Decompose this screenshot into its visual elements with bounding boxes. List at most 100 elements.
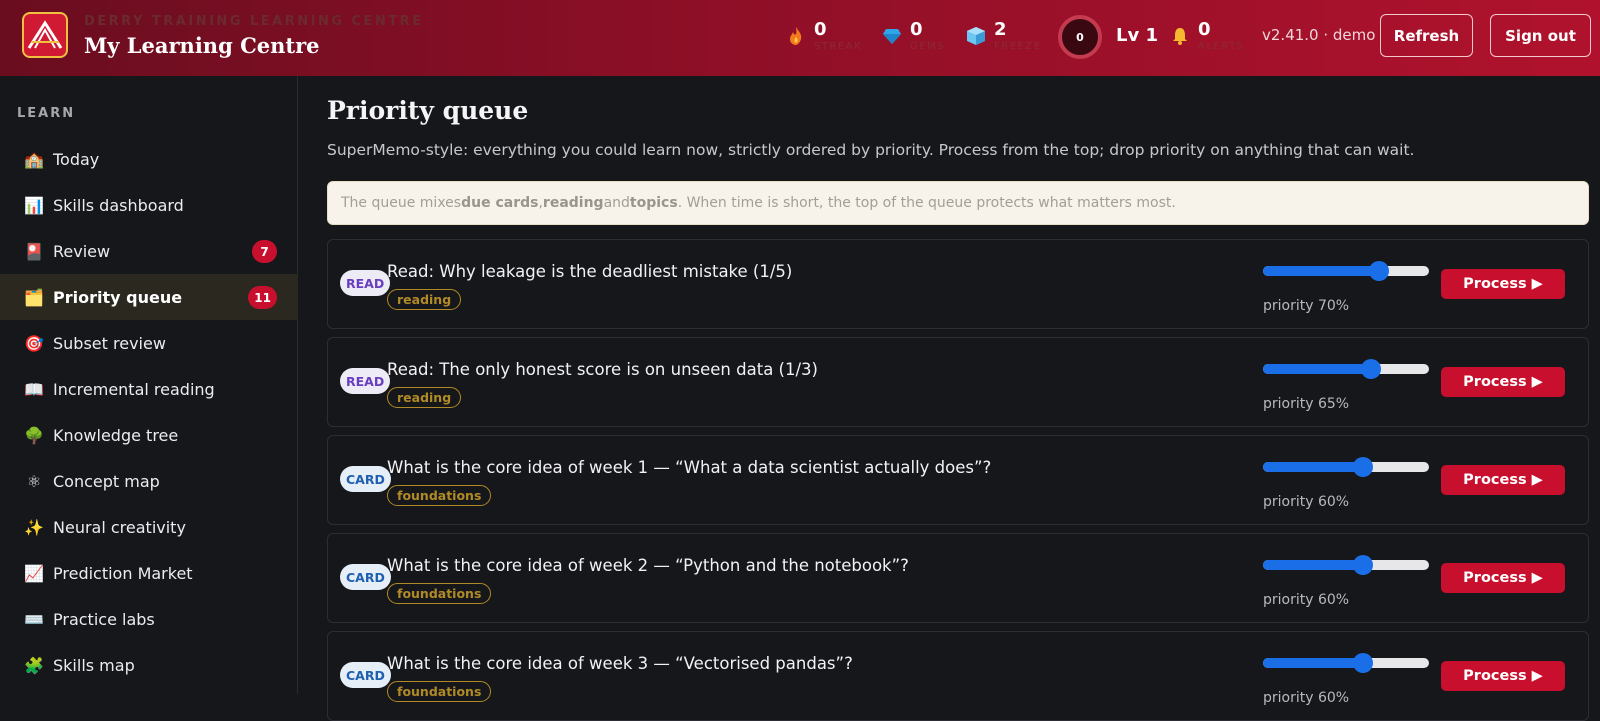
queue-item: CARD What is the core idea of week 1 — “W… (327, 435, 1589, 525)
sidebar-item-label: Skills map (53, 655, 135, 675)
slider-knob[interactable] (1352, 457, 1373, 477)
note-highlight: due cards (461, 195, 539, 211)
count-badge: 11 (248, 286, 277, 309)
freeze-stat: 2 FREEZE (966, 20, 1042, 54)
sidebar-item-concept-map[interactable]: ⚛ Concept map (0, 458, 298, 504)
slider-fill (1263, 462, 1363, 472)
version-label: v2.41.0 · demo (1262, 26, 1376, 44)
alerts-label: ALERTS (1198, 41, 1245, 52)
main-content: Priority queue SuperMemo-style: everythi… (298, 76, 1600, 721)
alerts-value: 0 (1198, 19, 1211, 40)
item-kind-badge: READ (340, 270, 391, 296)
sidebar-item-icon: 🎯 (24, 333, 44, 353)
sidebar-item-icon: 📖 (24, 379, 44, 399)
sidebar-heading: LEARN (17, 106, 76, 121)
sidebar-item-label: Practice labs (53, 609, 155, 629)
queue-item: CARD What is the core idea of week 3 — “V… (327, 631, 1589, 721)
logo (22, 12, 68, 58)
note-text: . When time is short, the top of the que… (677, 195, 1176, 211)
sidebar-item-prediction-market[interactable]: 📈 Prediction Market (0, 550, 298, 596)
priority-label: priority 70% (1263, 298, 1350, 314)
brand: DERRY TRAINING LEARNING CENTRE My Learni… (84, 14, 424, 58)
priority-slider[interactable] (1263, 555, 1429, 575)
sidebar-item-label: Today (53, 149, 100, 169)
item-title: Read: The only honest score is on unseen… (387, 360, 818, 379)
slider-knob[interactable] (1352, 653, 1373, 673)
sign-out-button[interactable]: Sign out (1490, 14, 1591, 57)
item-tag: reading (387, 289, 462, 310)
sidebar-item-skills-dashboard[interactable]: 📊 Skills dashboard (0, 182, 298, 228)
sidebar-item-incremental-reading[interactable]: 📖 Incremental reading (0, 366, 298, 412)
process-button[interactable]: Process ▶ (1441, 367, 1565, 397)
slider-knob[interactable] (1352, 555, 1373, 575)
priority-slider[interactable] (1263, 359, 1429, 379)
item-kind-badge: READ (340, 368, 391, 394)
sidebar-item-label: Priority queue (53, 287, 183, 307)
alerts-button[interactable]: 0 ALERTS (1170, 20, 1244, 54)
priority-label: priority 60% (1263, 690, 1350, 706)
queue-item: CARD What is the core idea of week 2 — “P… (327, 533, 1589, 623)
sidebar-item-icon: 📈 (24, 563, 44, 583)
slider-fill (1263, 560, 1363, 570)
sidebar-item-today[interactable]: 🏫 Today (0, 136, 298, 182)
process-button[interactable]: Process ▶ (1441, 465, 1565, 495)
sidebar-item-review[interactable]: 🎴 Review 7 (0, 228, 298, 274)
brand-title: My Learning Centre (84, 33, 320, 58)
note-text: and (603, 195, 630, 211)
page-title: Priority queue (327, 96, 529, 125)
sidebar-item-subset-review[interactable]: 🎯 Subset review (0, 320, 298, 366)
slider-fill (1263, 266, 1380, 276)
slider-fill (1263, 658, 1363, 668)
item-kind-badge: CARD (340, 466, 391, 492)
item-tag: reading (387, 387, 462, 408)
process-button[interactable]: Process ▶ (1441, 661, 1565, 691)
sidebar-item-icon: 🌳 (24, 425, 44, 445)
sidebar-item-icon: ✨ (24, 517, 44, 537)
gems-label: GEMS (910, 41, 946, 52)
streak-value: 0 (814, 19, 827, 40)
priority-label: priority 60% (1263, 494, 1350, 510)
process-button[interactable]: Process ▶ (1441, 269, 1565, 299)
item-tag: foundations (387, 681, 492, 702)
slider-knob[interactable] (1360, 359, 1381, 379)
process-button[interactable]: Process ▶ (1441, 563, 1565, 593)
priority-slider[interactable] (1263, 457, 1429, 477)
streak-stat: 0 STREAK (786, 20, 862, 54)
refresh-button[interactable]: Refresh (1380, 14, 1473, 57)
sidebar-item-icon: 📊 (24, 195, 44, 215)
sidebar-item-label: Concept map (53, 471, 160, 491)
ice-cube-icon (967, 27, 985, 45)
gems-stat: 0 GEMS (882, 20, 945, 54)
info-note: The queue mixes due cards, reading and t… (327, 181, 1589, 225)
item-tag: foundations (387, 485, 492, 506)
sidebar-item-knowledge-tree[interactable]: 🌳 Knowledge tree (0, 412, 298, 458)
priority-label: priority 60% (1263, 592, 1350, 608)
page-description: SuperMemo-style: everything you could le… (327, 141, 1415, 159)
sidebar-item-icon: 🎴 (24, 241, 44, 261)
priority-slider[interactable] (1263, 653, 1429, 673)
sidebar-item-label: Prediction Market (53, 563, 193, 583)
priority-label: priority 65% (1263, 396, 1350, 412)
item-kind-badge: CARD (340, 564, 391, 590)
sidebar-item-practice-labs[interactable]: ⌨️ Practice labs (0, 596, 298, 642)
sidebar-item-icon: 🗂️ (24, 287, 44, 307)
sidebar-item-skills-map[interactable]: 🧩 Skills map (0, 642, 298, 688)
xp-ring: 0 (1058, 15, 1102, 59)
item-kind-badge: CARD (340, 662, 391, 688)
note-highlight: reading (542, 195, 604, 211)
sidebar-item-icon: 🧩 (24, 655, 44, 675)
count-badge: 7 (252, 240, 277, 263)
sidebar-item-priority-queue[interactable]: 🗂️ Priority queue 11 (0, 274, 298, 320)
streak-label: STREAK (814, 41, 863, 52)
sidebar: LEARN 🏫 Today 📊 Skills dashboard 🎴 Review 7 🗂️ P… (0, 76, 298, 694)
priority-slider[interactable] (1263, 261, 1429, 281)
sidebar-item-icon: ⌨️ (24, 609, 44, 629)
slider-knob[interactable] (1369, 261, 1390, 281)
queue-item: READ Read: Why leakage is the deadliest m… (327, 239, 1589, 329)
sidebar-item-icon: ⚛ (26, 471, 42, 491)
item-tag: foundations (387, 583, 492, 604)
item-title: What is the core idea of week 3 — “Vecto… (387, 654, 853, 673)
item-title: Read: Why leakage is the deadliest mista… (387, 262, 793, 281)
item-title: What is the core idea of week 1 — “What … (387, 458, 992, 477)
sidebar-item-neural-creativity[interactable]: ✨ Neural creativity (0, 504, 298, 550)
